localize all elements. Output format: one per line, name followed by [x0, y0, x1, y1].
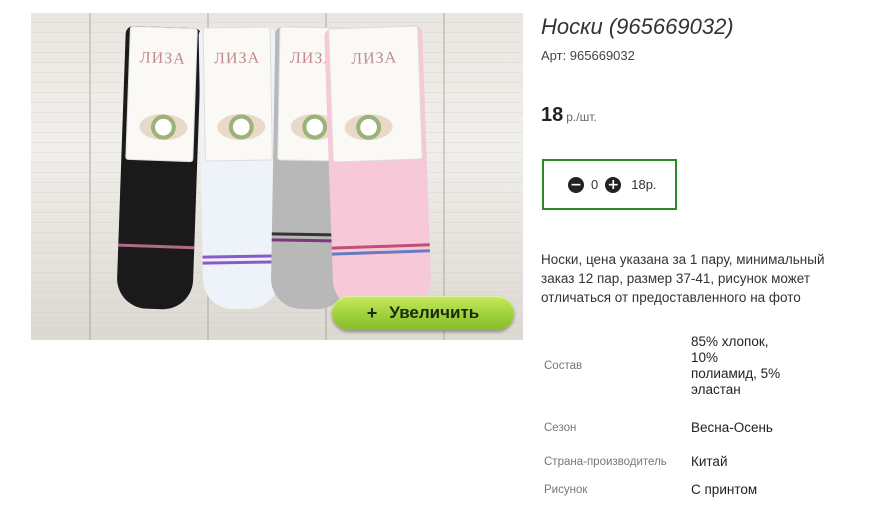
spec-row: Страна-производитель Китай	[541, 448, 781, 476]
spec-value: Весна-Осень	[691, 420, 773, 435]
tag-flower-icon	[344, 113, 394, 142]
spec-row: Рисунок С принтом	[541, 476, 781, 504]
sock-stripe	[331, 243, 430, 250]
sock-stripe	[202, 254, 279, 259]
tag-flower-icon	[217, 113, 266, 141]
quantity-stepper: − 0 + 18р.	[542, 159, 677, 210]
price-unit: р./шт.	[566, 110, 597, 124]
product-image[interactable]: ЛИЗА ЛИЗА ЛИЗА ЛИЗА + Увеличить	[31, 13, 523, 340]
spec-label: Сезон	[544, 422, 577, 434]
sock-tag: ЛИЗА	[125, 25, 198, 163]
quantity-value[interactable]: 0	[591, 177, 598, 192]
plus-icon[interactable]: +	[605, 176, 622, 193]
sock-tag: ЛИЗА	[202, 26, 273, 162]
plus-icon: +	[366, 302, 378, 323]
spec-row: Состав 85% хлопок, 10% полиамид, 5% элас…	[541, 324, 781, 408]
tag-brand: ЛИЗА	[139, 49, 187, 68]
spec-value: Китай	[691, 454, 728, 469]
sock-tag: ЛИЗА	[328, 25, 423, 163]
sock-stripe	[118, 243, 195, 250]
spec-value: 85% хлопок, 10% полиамид, 5% эластан	[691, 334, 781, 397]
spec-row: Сезон Весна-Осень	[541, 408, 781, 448]
minus-icon[interactable]: −	[568, 176, 584, 193]
zoom-button[interactable]: + Увеличить	[332, 296, 514, 330]
product-price: 18 р./шт.	[541, 104, 597, 127]
sock-stripe	[202, 260, 279, 265]
product-description: Носки, цена указана за 1 пару, минимальн…	[541, 252, 825, 305]
product-title: Носки (965669032)	[541, 14, 734, 39]
product-sku: Арт: 965669032	[541, 48, 635, 63]
tag-brand: ЛИЗА	[213, 49, 261, 68]
quantity-sum: 18р.	[631, 177, 657, 192]
sock-white: ЛИЗА	[198, 26, 280, 310]
spec-value: С принтом	[691, 482, 758, 497]
tag-flower-icon	[138, 113, 188, 141]
tag-brand: ЛИЗА	[350, 49, 398, 68]
spec-label: Рисунок	[544, 484, 588, 496]
sock-black: ЛИЗА	[116, 25, 202, 311]
specs-table: Состав 85% хлопок, 10% полиамид, 5% элас…	[541, 324, 781, 504]
sock-stripe	[331, 249, 430, 256]
price-value: 18	[541, 104, 564, 126]
sock-pink: ЛИЗА	[324, 25, 432, 311]
spec-label: Страна-производитель	[544, 456, 667, 468]
spec-label: Состав	[544, 360, 583, 372]
zoom-button-label: Увеличить	[389, 303, 480, 322]
